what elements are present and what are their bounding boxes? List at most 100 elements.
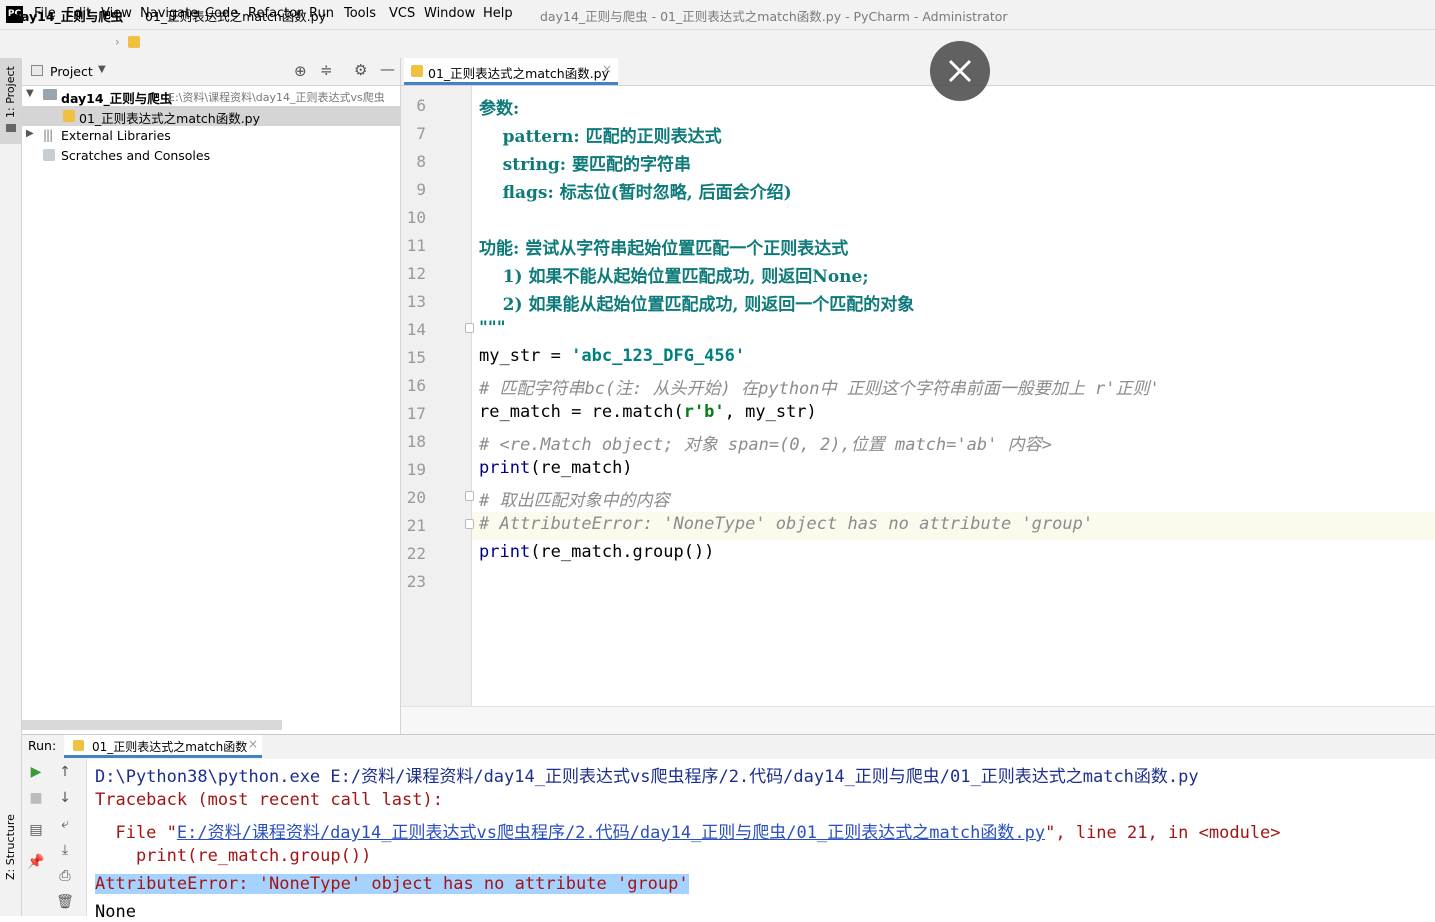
arrow-down-icon[interactable]: ↓ <box>55 790 75 806</box>
console-code-line: print(re_match.group()) <box>95 846 372 866</box>
locate-icon[interactable]: ⊕ <box>294 62 307 80</box>
run-tab[interactable]: 01_正则表达式之match函数 × <box>64 735 262 758</box>
code-line-21[interactable]: # AttributeError: 'NoneType' object has … <box>479 514 1093 534</box>
scroll-to-end-icon[interactable]: ⤓ <box>55 842 75 858</box>
menu-tools[interactable]: Tools <box>344 6 376 21</box>
arrow-up-icon[interactable]: ↑ <box>55 764 75 780</box>
line-number: 9 <box>416 180 426 199</box>
breadcrumb-file[interactable]: 01_正则表达式之match函数.py <box>145 6 326 25</box>
console-none-line: None <box>95 902 136 922</box>
code-line-11[interactable]: 功能: 尝试从字符串起始位置匹配一个正则表达式 <box>479 234 848 259</box>
line-number: 11 <box>406 236 426 255</box>
code-line-8[interactable]: string: 要匹配的字符串 <box>479 150 691 175</box>
console-error-line: AttributeError: 'NoneType' object has no… <box>95 874 689 894</box>
window-title: day14_正则与爬虫 - 01_正则表达式之match函数.py - PyCh… <box>540 9 1008 24</box>
left-tool-stripe <box>0 58 22 916</box>
line-number: 12 <box>406 264 426 283</box>
chevron-down-icon[interactable]: ▼ <box>26 88 34 99</box>
tree-item-match-file[interactable]: 01_正则表达式之match函数.py <box>22 106 400 126</box>
project-tool-label[interactable]: 1: Project <box>4 66 17 118</box>
code-token: (re_match.group()) <box>530 542 715 562</box>
line-number: 23 <box>406 572 426 591</box>
line-number: 19 <box>406 460 426 479</box>
line-number: 21 <box>406 516 426 535</box>
line-number: 10 <box>406 208 426 227</box>
line-number: 17 <box>406 404 426 423</box>
python-file-icon <box>128 36 140 48</box>
project-view-icon <box>31 65 43 76</box>
print-icon[interactable]: ⎙ <box>55 868 75 884</box>
scratches-icon <box>43 149 55 161</box>
project-view-title[interactable]: Project <box>50 64 93 79</box>
line-number: 7 <box>416 124 426 143</box>
console-command-line: D:\Python38\python.exe E:/资料/课程资料/day14_… <box>95 767 1199 787</box>
code-line-22[interactable]: print(re_match.group()) <box>479 542 714 562</box>
code-line-17[interactable]: re_match = re.match(r'b', my_str) <box>479 402 817 422</box>
chevron-right-icon[interactable]: ▶ <box>26 128 34 139</box>
line-number: 15 <box>406 348 426 367</box>
collapse-all-icon[interactable]: ≑ <box>320 61 333 79</box>
close-icon <box>948 59 972 83</box>
tree-item-label: Scratches and Consoles <box>61 148 211 163</box>
close-overlay-button[interactable] <box>930 41 990 101</box>
layout-icon[interactable]: ▤ <box>26 822 46 838</box>
line-number: 20 <box>406 488 426 507</box>
line-number: 14 <box>406 320 426 339</box>
code-line-19[interactable]: print(re_match) <box>479 458 633 478</box>
stop-icon[interactable]: ■ <box>26 790 46 806</box>
editor-bottom-bar <box>401 706 1435 735</box>
console-text: ", line 21, in <module> <box>1045 823 1281 843</box>
menu-help[interactable]: Help <box>483 6 513 21</box>
code-line-9[interactable]: flags: 标志位(暂时忽略, 后面会介绍) <box>479 178 792 203</box>
code-string: r'b' <box>683 402 725 422</box>
minimize-icon[interactable]: — <box>380 60 395 78</box>
folder-icon <box>6 124 16 132</box>
menu-window[interactable]: Window <box>424 6 475 21</box>
menu-vcs[interactable]: VCS <box>389 6 415 21</box>
fold-marker-icon[interactable] <box>465 519 474 529</box>
line-number: 16 <box>406 376 426 395</box>
close-tab-icon[interactable]: × <box>602 62 612 76</box>
code-line-7[interactable]: pattern: 匹配的正则表达式 <box>479 122 722 147</box>
code-line-6[interactable]: 参数: <box>479 94 519 119</box>
run-tab-label: 01_正则表达式之match函数 <box>92 740 248 754</box>
code-line-12[interactable]: 1) 如果不能从起始位置匹配成功, 则返回None; <box>479 262 869 287</box>
tree-item-label: 01_正则表达式之match函数.py <box>79 111 260 126</box>
tree-item-scratches[interactable]: Scratches and Consoles <box>22 146 400 166</box>
code-token: re_match = re.match( <box>479 402 684 422</box>
code-token: my_str = <box>479 346 572 366</box>
code-line-20[interactable]: # 取出匹配对象中的内容 <box>479 486 669 511</box>
fold-marker-icon[interactable] <box>465 491 474 501</box>
breadcrumb-separator-icon: › <box>115 35 120 49</box>
tree-item-label: External Libraries <box>61 128 171 143</box>
code-token: , my_str) <box>724 402 817 422</box>
soft-wrap-icon[interactable]: ⤶ <box>55 816 75 832</box>
close-tab-icon[interactable]: × <box>248 737 258 751</box>
console-file-line: File "E:/资料/课程资料/day14_正则表达式vs爬虫程序/2.代码/… <box>95 818 1281 843</box>
code-line-18[interactable]: # <re.Match object; 对象 span=(0, 2),位置 ma… <box>479 430 1052 455</box>
structure-tool-label[interactable]: Z: Structure <box>4 814 17 880</box>
code-string: 'abc_123_DFG_456' <box>571 346 746 366</box>
gear-icon[interactable]: ⚙ <box>354 61 367 79</box>
console-text: File " <box>95 823 177 843</box>
code-line-13[interactable]: 2) 如果能从起始位置匹配成功, 则返回一个匹配的对象 <box>479 290 915 315</box>
chevron-down-icon[interactable]: ▼ <box>98 64 106 75</box>
console-file-link[interactable]: E:/资料/课程资料/day14_正则表达式vs爬虫程序/2.代码/day14_… <box>177 823 1045 843</box>
code-line-16[interactable]: # 匹配字符串bc(注: 从头开始) 在python中 正则这个字符串前面一般要… <box>479 374 1160 399</box>
rerun-icon[interactable]: ▶ <box>26 764 46 780</box>
code-builtin: print <box>479 458 531 478</box>
code-token: (re_match) <box>530 458 633 478</box>
breadcrumb-project[interactable]: day14_正则与爬虫 <box>12 6 123 25</box>
tree-item-project-root[interactable]: ▼ day14_正则与爬虫 E:\资料\课程资料\day14_正则表达式vs爬虫 <box>22 86 400 106</box>
pin-icon[interactable]: 📌 <box>26 854 46 870</box>
code-line-14[interactable]: """ <box>479 318 506 338</box>
editor-tab-match-file[interactable]: 01_正则表达式之match函数.py × <box>404 58 618 85</box>
tree-item-external-libraries[interactable]: ▶ ||| External Libraries <box>22 126 400 146</box>
fold-marker-icon[interactable] <box>465 323 474 333</box>
code-line-15[interactable]: my_str = 'abc_123_DFG_456' <box>479 346 745 366</box>
trash-icon[interactable]: 🗑 <box>55 894 75 910</box>
horizontal-scrollbar[interactable] <box>22 720 282 730</box>
run-label: Run: <box>28 738 57 753</box>
line-number-gutter <box>401 86 472 706</box>
library-icon: ||| <box>43 128 53 142</box>
